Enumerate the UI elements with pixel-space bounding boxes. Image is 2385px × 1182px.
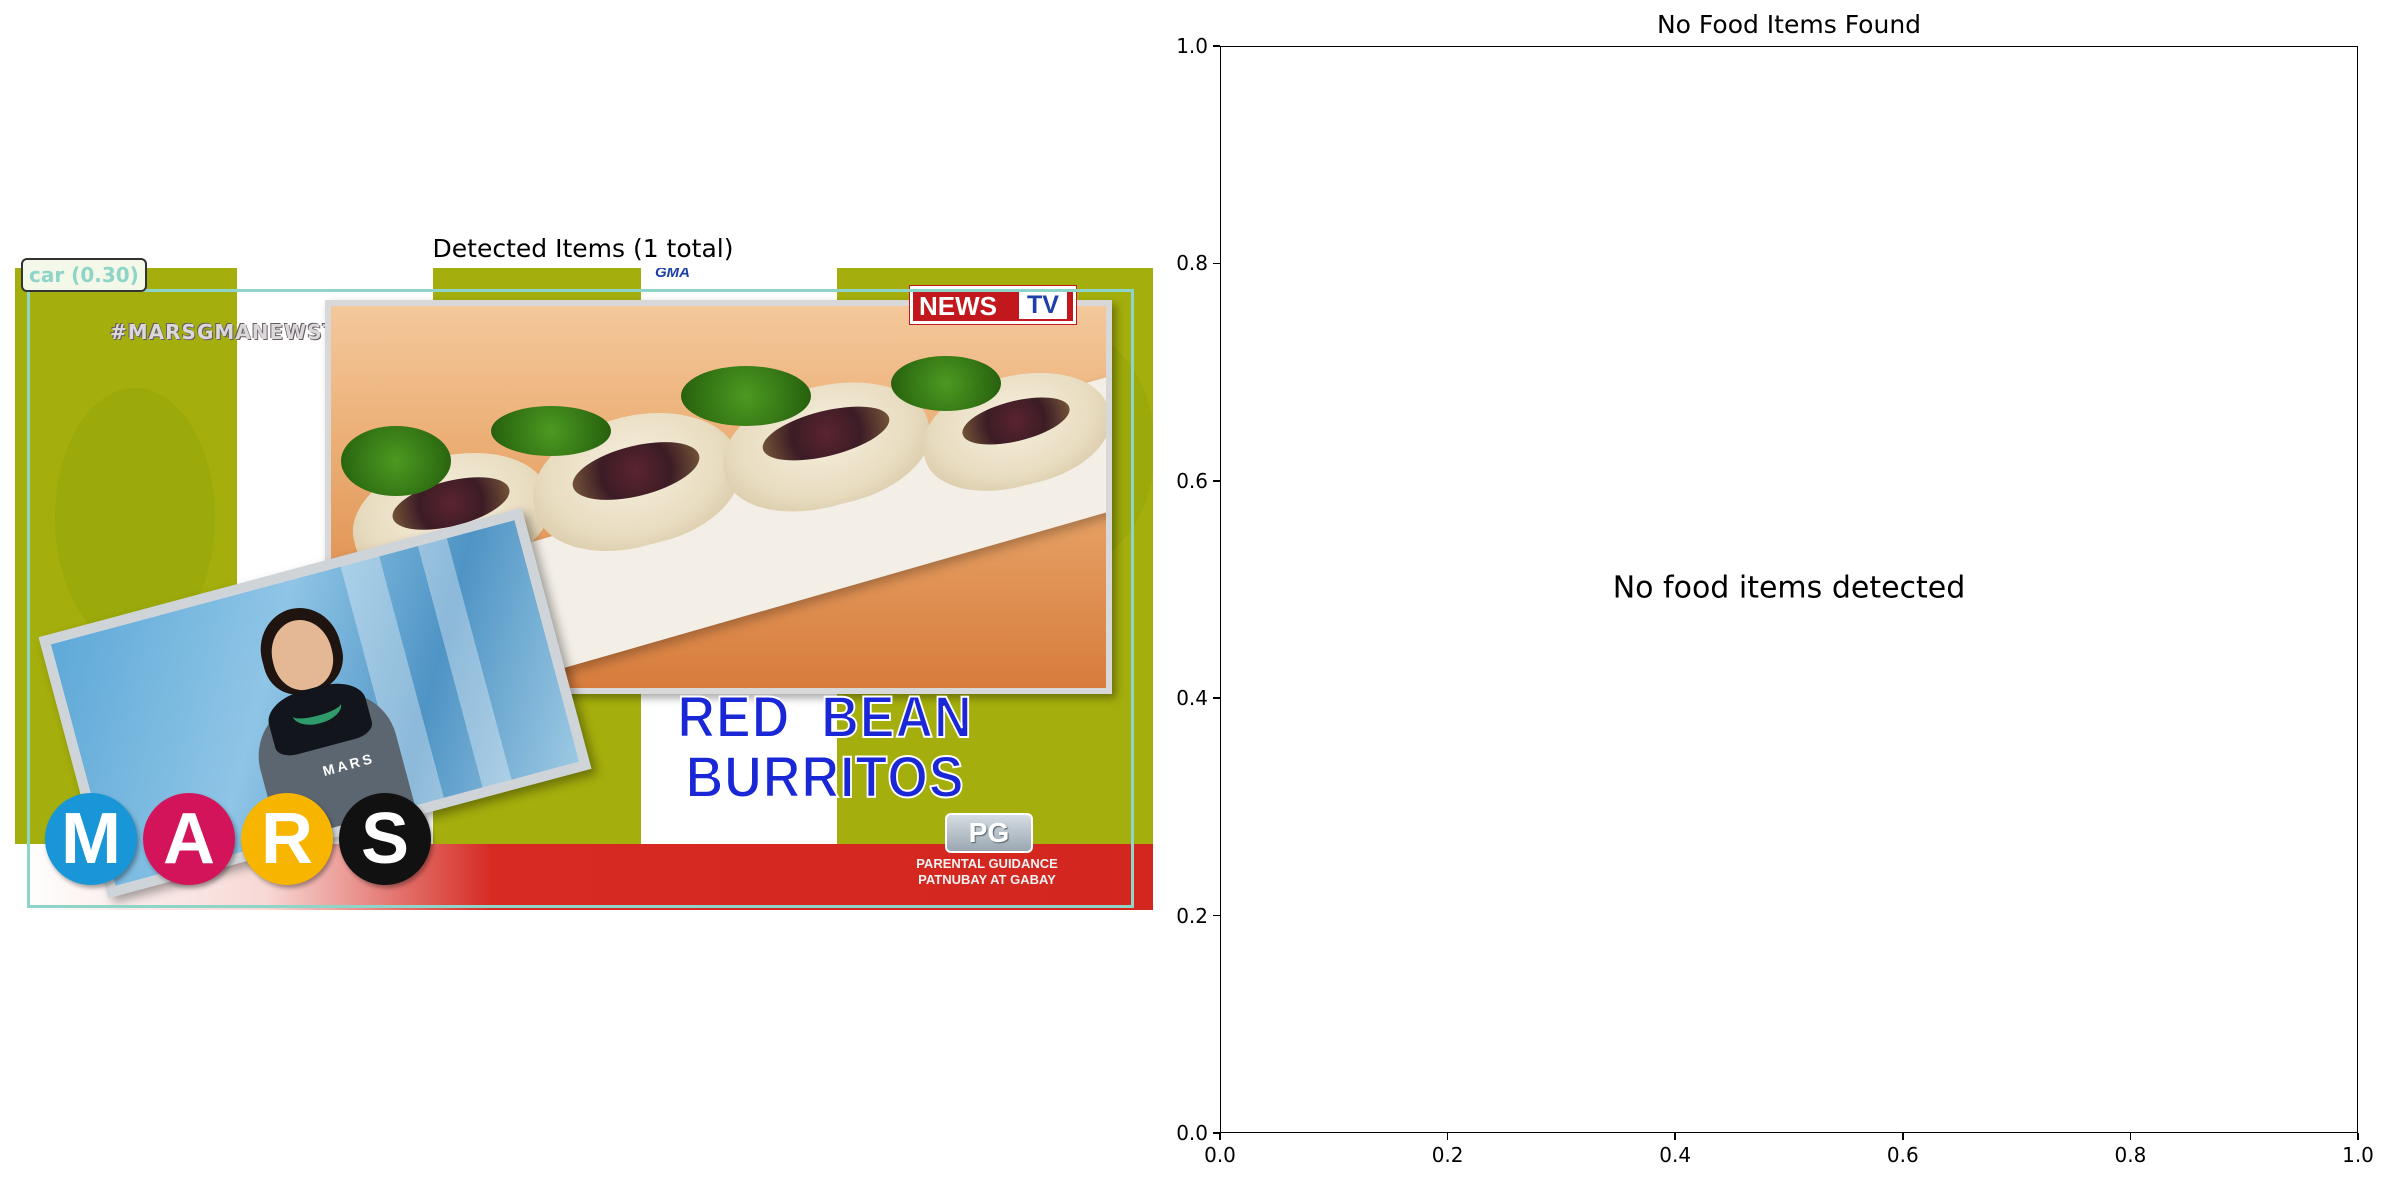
detection-box bbox=[27, 289, 1134, 908]
y-tick-mark bbox=[1213, 914, 1220, 917]
x-tick-mark bbox=[1902, 1133, 1904, 1140]
y-tick-label: 0.2 bbox=[1176, 903, 1208, 928]
x-tick-mark bbox=[1674, 1133, 1676, 1140]
y-tick-mark bbox=[1213, 45, 1220, 47]
x-tick-label: 0.0 bbox=[1204, 1143, 1236, 1167]
no-items-message: No food items detected bbox=[1612, 570, 1966, 606]
y-tick-label: 0.0 bbox=[1176, 1121, 1208, 1145]
x-tick-label: 0.4 bbox=[1659, 1143, 1692, 1167]
gma-logo-text: GMA bbox=[655, 268, 690, 281]
x-tick-mark bbox=[2129, 1133, 2132, 1140]
y-tick-label: 0.6 bbox=[1176, 468, 1208, 493]
y-tick-label: 0.8 bbox=[1176, 251, 1208, 276]
x-tick-mark bbox=[2357, 1133, 2359, 1140]
x-tick-mark bbox=[1219, 1133, 1221, 1140]
left-panel-title: Detected Items (1 total) bbox=[432, 234, 734, 263]
x-tick-label: 0.2 bbox=[1431, 1143, 1464, 1167]
y-tick-label: 1.0 bbox=[1176, 34, 1208, 58]
x-tick-label: 0.6 bbox=[1886, 1143, 1919, 1167]
y-tick-mark bbox=[1213, 1132, 1220, 1134]
y-tick-label: 0.4 bbox=[1176, 686, 1208, 711]
x-tick-mark bbox=[1446, 1133, 1449, 1140]
right-panel-title: No Food Items Found bbox=[1656, 10, 1922, 39]
y-tick-mark bbox=[1213, 697, 1220, 699]
detection-label: car (0.30) bbox=[21, 258, 147, 292]
x-tick-label: 0.8 bbox=[2114, 1143, 2147, 1167]
x-tick-label: 1.0 bbox=[2342, 1143, 2374, 1167]
y-tick-mark bbox=[1213, 262, 1220, 265]
y-tick-mark bbox=[1213, 480, 1220, 482]
